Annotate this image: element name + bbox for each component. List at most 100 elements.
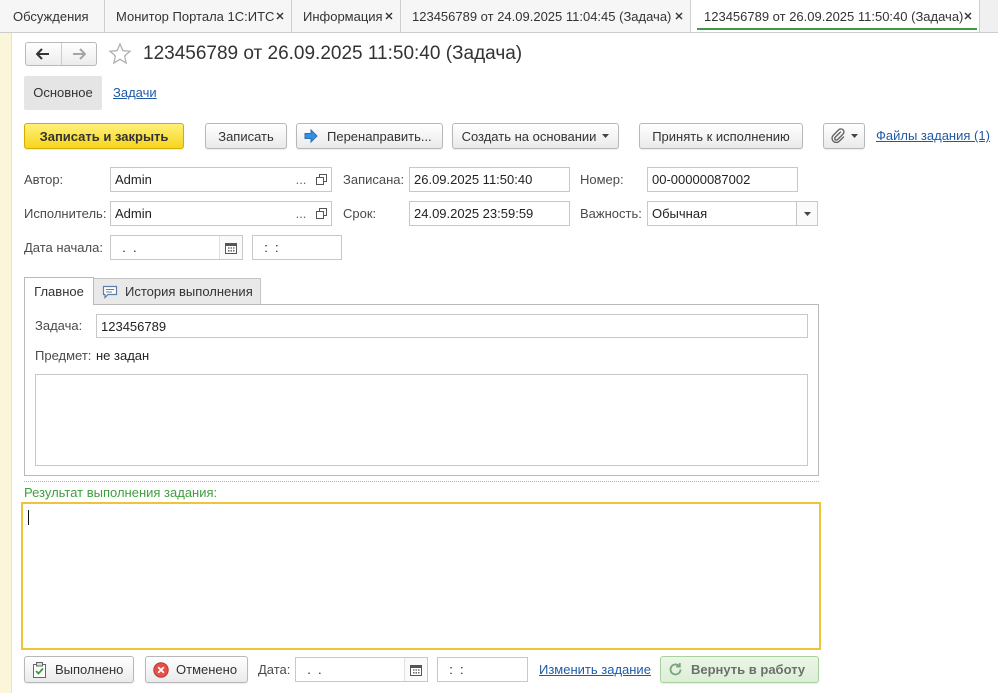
cancelled-label: Отменено [176,662,238,677]
left-side-panel [0,33,12,693]
executor-label: Исполнитель: [24,206,107,221]
subject-label: Предмет: [35,348,92,363]
window-tab-information[interactable]: Информация [292,0,401,32]
chevron-down-icon [850,134,858,138]
back-button[interactable] [26,43,61,65]
tab-execution-history[interactable]: История выполнения [94,278,261,304]
section-main-button[interactable]: Основное [24,76,102,110]
task-description-textarea[interactable] [35,374,808,466]
task-files-link[interactable]: Файлы задания (1) [876,128,990,144]
return-to-work-button[interactable]: Вернуть в работу [660,656,819,683]
number-label: Номер: [580,172,624,187]
done-label: Выполнено [55,662,124,677]
close-icon[interactable] [674,12,683,21]
text-caret [28,510,29,525]
create-based-on-label: Создать на основании [461,128,597,144]
cancelled-button[interactable]: Отменено [145,656,248,683]
author-label: Автор: [24,172,64,187]
section-tasks-link[interactable]: Задачи [113,85,157,101]
window-tab-label: 123456789 от 24.09.2025 11:04:45 (Задача… [412,8,672,24]
open-icon[interactable] [311,168,331,191]
window-tab-task-previous[interactable]: 123456789 от 24.09.2025 11:04:45 (Задача… [401,0,691,32]
number-input[interactable] [648,168,797,191]
executor-field[interactable]: ... [110,201,332,226]
clipboard-check-icon [32,661,47,678]
footer-date-field[interactable] [295,657,428,682]
redirect-label: Перенаправить... [327,128,432,144]
close-icon[interactable] [384,12,393,21]
window-tab-label: Обсуждения [13,8,89,24]
comment-icon [102,285,118,299]
importance-select[interactable]: Обычная [647,201,818,226]
window-tab-portal-monitor[interactable]: Монитор Портала 1С:ИТС [105,0,292,32]
start-time-input[interactable] [253,236,341,259]
importance-value: Обычная [652,206,708,221]
footer-time-input[interactable] [438,658,527,681]
calendar-icon[interactable] [219,236,242,259]
tab-main-label: Главное [34,284,84,299]
arrow-left-icon [36,48,50,60]
subject-value[interactable]: не задан [96,347,149,365]
tab-main[interactable]: Главное [24,277,94,305]
result-label: Результат выполнения задания: [24,485,218,500]
history-navigation [25,42,97,66]
tab-execution-history-label: История выполнения [125,284,253,299]
footer-date-input[interactable] [296,658,404,681]
start-time-field[interactable] [252,235,342,260]
recorded-field[interactable] [409,167,570,192]
recorded-label: Записана: [343,172,405,187]
window-tab-label: Монитор Портала 1С:ИТС [116,8,275,24]
start-date-field[interactable] [110,235,243,260]
task-label: Задача: [35,318,83,333]
executor-choose-button[interactable]: ... [291,202,311,225]
footer-date-label: Дата: [258,662,291,677]
importance-label: Важность: [580,206,642,221]
accept-label: Принять к исполнению [652,128,790,144]
save-label: Записать [218,128,274,144]
author-input[interactable] [111,168,291,191]
page-title: 123456789 от 26.09.2025 11:50:40 (Задача… [143,43,523,64]
window-tab-task-current[interactable]: 123456789 от 26.09.2025 11:50:40 (Задача… [691,0,980,32]
accept-for-execution-button[interactable]: Принять к исполнению [639,123,803,149]
task-input[interactable] [97,315,807,337]
deadline-field[interactable] [409,201,570,226]
chevron-down-icon [602,134,610,138]
open-windows-tabbar: Обсуждения Монитор Портала 1С:ИТС Информ… [0,0,998,33]
deadline-input[interactable] [410,202,569,225]
close-icon[interactable] [275,12,284,21]
save-and-close-label: Записать и закрыть [39,128,169,144]
start-date-input[interactable] [111,236,219,259]
divider [24,481,819,482]
paperclip-icon [830,128,845,144]
author-field[interactable]: ... [110,167,332,192]
change-task-link[interactable]: Изменить задание [539,662,651,678]
window-tab-label: 123456789 от 26.09.2025 11:50:40 (Задача… [704,8,964,24]
forward-button[interactable] [60,43,97,65]
redirect-arrow-icon [304,129,318,143]
executor-input[interactable] [111,202,291,225]
start-date-label: Дата начала: [24,240,103,255]
author-choose-button[interactable]: ... [291,168,311,191]
redirect-button[interactable]: Перенаправить... [296,123,443,149]
attachments-button[interactable] [823,123,865,149]
recorded-input[interactable] [410,168,569,191]
return-to-work-label: Вернуть в работу [691,662,806,677]
result-textarea[interactable] [21,502,821,650]
save-and-close-button[interactable]: Записать и закрыть [24,123,184,149]
calendar-icon[interactable] [404,658,427,681]
chevron-down-icon[interactable] [796,202,817,225]
create-based-on-button[interactable]: Создать на основании [452,123,619,149]
arrow-right-icon [72,48,86,60]
window-tab-label: Информация [303,8,383,24]
task-field[interactable] [96,314,808,338]
footer-time-field[interactable] [437,657,528,682]
open-icon[interactable] [311,202,331,225]
refresh-icon [668,662,683,677]
star-icon[interactable] [108,42,132,66]
number-field[interactable] [647,167,798,192]
window-tab-discussions[interactable]: Обсуждения [0,0,105,32]
cancel-circle-icon [153,661,169,678]
save-button[interactable]: Записать [205,123,287,149]
done-button[interactable]: Выполнено [24,656,134,683]
close-icon[interactable] [963,12,972,21]
